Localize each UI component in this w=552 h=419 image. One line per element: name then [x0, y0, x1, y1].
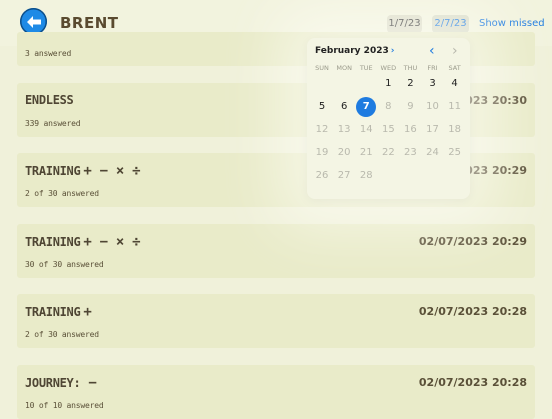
session-title: TRAINING + − × ÷	[25, 234, 141, 250]
calendar-day: 18	[448, 124, 461, 135]
weekday-label: WED	[380, 64, 397, 72]
session-answered: 3 answered	[25, 49, 72, 58]
calendar-day: 10	[426, 101, 439, 112]
weekday-label: SUN	[315, 64, 329, 72]
session-answered: 2 of 30 answered	[25, 330, 99, 339]
weekday-label: FRI	[427, 64, 438, 72]
selected-day[interactable]: 7	[356, 96, 377, 117]
session-answered: 2 of 30 answered	[25, 189, 99, 198]
date-to-chip[interactable]: 2/7/23	[432, 15, 469, 33]
session-card[interactable]: JOURNEY: − 02/07/2023 20:28 10 of 10 answ…	[17, 365, 535, 419]
weekday-label: TUE	[359, 64, 373, 72]
chevron-right-icon: ›	[390, 46, 395, 56]
session-date: 02/07/2023 20:29	[418, 235, 527, 248]
calendar-day: 16	[404, 124, 417, 135]
session-date: 02/07/2023 20:28	[418, 305, 527, 318]
calendar-day: 11	[448, 101, 461, 112]
session-title: TRAINING + − × ÷	[25, 163, 141, 179]
calendar-day[interactable]: 7	[355, 96, 377, 117]
calendar-day[interactable]: 6	[333, 101, 355, 112]
calendar-week: 1234	[311, 72, 467, 95]
session-title: ENDLESS	[25, 93, 74, 107]
session-title: TRAINING +	[25, 304, 92, 320]
operation-symbols: −	[88, 375, 97, 391]
calendar-week: 5 6 7 8 9 10 11	[311, 95, 467, 118]
calendar-day: 24	[426, 147, 439, 158]
session-card[interactable]: TRAINING + 02/07/2023 20:28 2 of 30 answe…	[17, 294, 535, 348]
date-from-chip[interactable]: 1/7/23	[387, 15, 422, 33]
calendar-day[interactable]: 5	[311, 101, 333, 112]
calendar-day: 25	[448, 147, 461, 158]
calendar-day: 13	[337, 124, 351, 135]
calendar-day: 21	[359, 147, 373, 158]
session-title: JOURNEY: −	[25, 375, 97, 391]
calendar-day: 12	[315, 124, 329, 135]
session-answered: 339 answered	[25, 119, 81, 128]
chevron-left-icon[interactable]: ‹	[429, 43, 435, 59]
calendar-week: 12 13 14 15 16 17 18	[311, 118, 467, 141]
calendar-day: 23	[404, 147, 417, 158]
calendar-grid: SUN MON TUE WED THU FRI SAT 1 2 3 4 5 6 7 8 9 10 11 12 13 1…	[311, 64, 467, 187]
show-missed-button[interactable]: Show missed	[479, 18, 545, 29]
weekday-label: MON	[336, 64, 352, 72]
chevron-right-icon[interactable]: ›	[452, 43, 458, 59]
calendar-day: 22	[381, 147, 395, 158]
calendar-day: 8	[385, 101, 392, 112]
back-button[interactable]	[20, 8, 47, 35]
calendar-day: 27	[337, 170, 351, 181]
calendar-day[interactable]: 3	[421, 78, 443, 89]
operation-symbols: + − × ÷	[83, 163, 141, 179]
weekday-label: SAT	[448, 64, 461, 72]
calendar-week: 26 27 28	[311, 164, 467, 187]
session-answered: 10 of 10 answered	[25, 401, 104, 410]
calendar-day: 17	[426, 124, 439, 135]
session-date: 02/07/2023 20:28	[418, 376, 527, 389]
calendar-day[interactable]: 2	[399, 78, 421, 89]
calendar-day: 9	[407, 101, 414, 112]
operation-symbols: + − × ÷	[83, 234, 141, 250]
weekday-label: THU	[403, 64, 418, 72]
calendar-day: 20	[337, 147, 351, 158]
calendar-day: 28	[359, 170, 373, 181]
back-arrow-icon	[26, 15, 41, 28]
operation-symbols: +	[83, 304, 92, 320]
calendar-week: 19 20 21 22 23 24 25	[311, 141, 467, 164]
calendar-day[interactable]: 4	[444, 78, 466, 89]
calendar-day: 14	[359, 124, 373, 135]
calendar-day: 26	[315, 170, 329, 181]
session-answered: 30 of 30 answered	[25, 260, 104, 269]
calendar-day: 15	[381, 124, 395, 135]
player-name: BRENT	[60, 14, 119, 32]
month-selector[interactable]: February 2023 ›	[315, 46, 394, 56]
session-card[interactable]: TRAINING + − × ÷ 02/07/2023 20:29 30 of 3…	[17, 224, 535, 278]
calendar-day[interactable]: 1	[377, 78, 399, 89]
date-picker-popover: February 2023 › ‹ › SUN MON TUE WED THU FRI SAT…	[307, 38, 470, 199]
weekday-header: SUN MON TUE WED THU FRI SAT	[311, 64, 467, 72]
calendar-day: 19	[315, 147, 329, 158]
